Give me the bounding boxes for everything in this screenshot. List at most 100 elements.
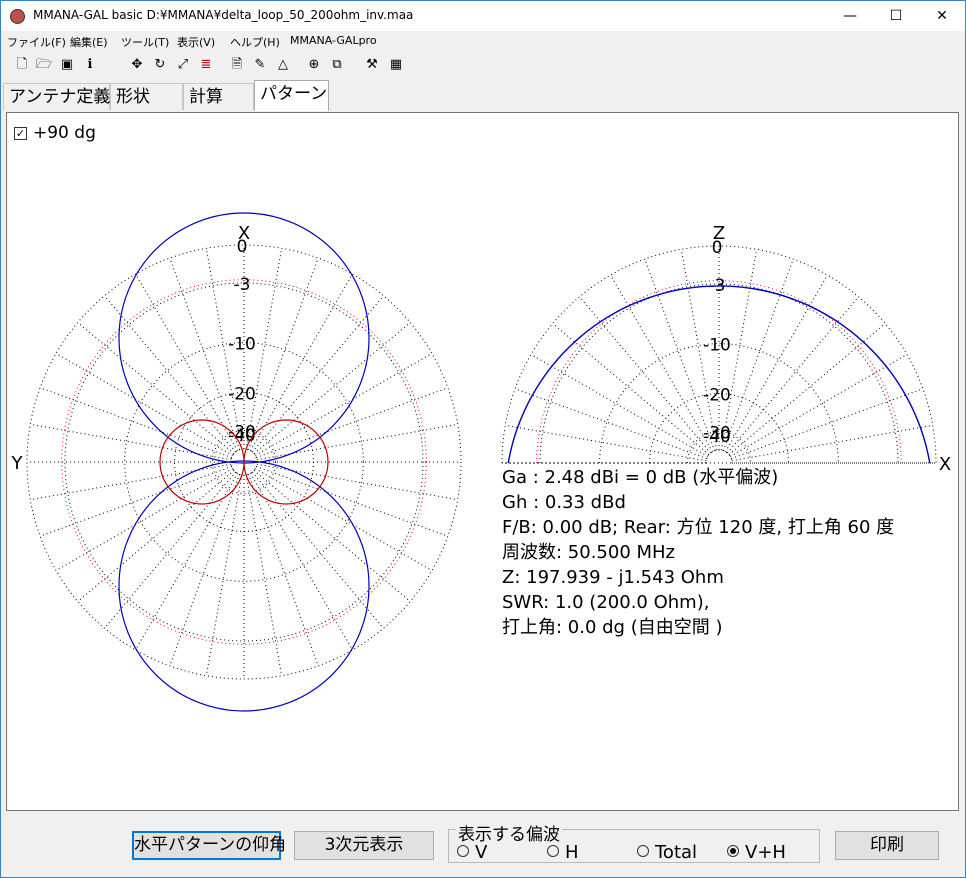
v-ring-label: -40 [703,427,731,447]
h-grid-spoke [30,423,232,461]
h-grid-spoke [77,469,235,602]
h-grid-spoke [205,474,243,676]
h-ring-label: -20 [228,385,256,405]
radio-h-indicator [547,845,559,857]
view-3d-button[interactable]: 3次元表示 [294,831,434,860]
h-grid-spoke [256,423,458,461]
menu-help[interactable]: ヘルプ(H) [230,34,280,50]
h-pattern-lobe-bottom [118,460,370,712]
rotate-icon[interactable]: ↻ [151,56,169,74]
info-swr: SWR: 1.0 (200.0 Ohm), [502,592,710,613]
v-ring-label: -20 [703,386,731,406]
h-grid-spoke [39,387,232,459]
radio-vh-indicator [727,845,739,857]
result-info: Ga : 2.48 dBi = 0 dB (水平偏波) Gh : 0.33 dB… [502,465,894,640]
h-grid-spoke [250,273,353,451]
title-bar: MMANA-GAL basic D:¥MMANA¥delta_loop_50_2… [1,1,965,31]
toolbar: 🗋 🗁 ▣ ℹ ✥ ↻ ⤢ ≣ 🗎 ✎ △ ⊕ ⧉ ⚒ ▦ [1,53,965,79]
radio-total-indicator [637,845,649,857]
v-grid-spoke [552,323,710,456]
window-title: MMANA-GAL basic D:¥MMANA¥delta_loop_50_2… [33,8,414,22]
open-folder-icon[interactable]: 🗁 [35,56,53,74]
split-icon[interactable]: ≣ [197,56,215,74]
radio-vh-label: V+H [745,842,786,863]
h-ring-label: -3 [234,275,251,295]
tab-calculation[interactable]: 計算 [183,83,254,110]
maximize-button[interactable]: ☐ [873,1,919,31]
resize-icon[interactable]: ⤢ [174,56,192,74]
v-grid-spoke [731,388,924,460]
v-grid-spoke [505,424,707,462]
v-grid-spoke [726,296,859,454]
v-grid-ring [705,449,733,464]
calculator-icon[interactable]: ▦ [387,56,405,74]
app-icon [10,9,25,24]
info-frequency: 周波数: 50.500 MHz [502,542,676,563]
menu-pro[interactable]: MMANA-GALpro [290,34,377,47]
vertical-pattern-plot: 0-3-10-20-30-40 [501,238,937,464]
save-icon[interactable]: ▣ [58,56,76,74]
h-grid-spoke [247,474,319,667]
tools-icon[interactable]: ⚒ [363,56,381,74]
info-gh: Gh : 0.33 dBd [502,492,626,513]
h-top-axis-label: X [238,223,250,244]
radio-v-label: V [475,842,488,863]
main-window: MMANA-GAL basic D:¥MMANA¥delta_loop_50_2… [0,0,966,878]
menu-file[interactable]: ファイル(F) [7,34,66,50]
copy-icon[interactable]: ⧉ [328,56,346,74]
v-grid-spoke [728,323,886,456]
menu-tools[interactable]: ツール(T) [121,34,169,50]
pattern-panel: ✓ +90 dg 0 -3 -10 -20 -30 -40 0 -3 -10 -20 -30 -40 … [6,112,959,811]
tab-antenna-definition[interactable]: アンテナ定義 [3,83,110,110]
tab-pattern[interactable]: パターン [254,80,329,111]
document-icon[interactable]: 🗎 [228,56,246,74]
info-icon[interactable]: ℹ [81,56,99,74]
menu-edit[interactable]: 編集(E) [70,34,108,50]
triangle-icon[interactable]: △ [274,56,292,74]
radio-v-indicator [457,845,469,857]
h-grid-spoke [55,353,233,456]
target-icon[interactable]: ⊕ [305,56,323,74]
h-grid-spoke [55,468,233,571]
h-grid-spoke [245,474,283,676]
h-left-axis-label: Y [11,453,24,474]
radio-vh[interactable]: V+H [727,842,786,863]
print-button[interactable]: 印刷 [835,831,939,860]
pen-icon[interactable]: ✎ [251,56,269,74]
radio-total[interactable]: Total [637,842,697,863]
h-grid-spoke [255,468,433,571]
h-grid-spoke [30,463,232,501]
h-grid-spoke [39,465,232,537]
h-grid-spoke [253,469,411,602]
h-grid-spoke [250,473,353,651]
menu-view[interactable]: 表示(V) [177,34,215,50]
minimize-button[interactable]: — [827,1,873,31]
tab-strip: アンテナ定義 形状 計算 パターン [1,80,965,111]
close-button[interactable]: ✕ [919,1,965,31]
v-top-axis-label: Z [713,223,725,244]
h-grid-spoke [135,473,238,651]
info-fb: F/B: 0.00 dB; Rear: 方位 120 度, 打上角 60 度 [502,517,895,538]
horizontal-pattern-plot: 0-3-10-20-30-40 [26,212,462,712]
h-ring-label: -10 [228,335,256,355]
v-grid-spoke [725,274,828,452]
h-grid-spoke [247,257,319,450]
v-grid-spoke [530,354,708,457]
info-impedance: Z: 197.939 - j1.543 Ohm [502,567,724,588]
tab-geometry[interactable]: 形状 [110,83,183,110]
h-grid-spoke [256,465,449,537]
v-grid-spoke [514,388,707,460]
menu-bar: ファイル(F) 編集(E) ツール(T) 表示(V) ヘルプ(H) MMANA-… [1,31,965,51]
h-grid-spoke [135,273,238,451]
v-grid-spoke [579,296,712,454]
h-grid-spoke [256,463,458,501]
new-file-icon[interactable]: 🗋 [13,56,31,74]
info-ga: Ga : 2.48 dBi = 0 dB (水平偏波) [502,467,779,488]
radio-h[interactable]: H [547,842,579,863]
h-ring-label: -40 [228,426,256,446]
horizontal-elevation-button[interactable]: 水平パターンの仰角 [132,831,286,860]
h-grid-spoke [255,353,433,456]
radio-total-label: Total [655,842,698,863]
move-icon[interactable]: ✥ [128,56,146,74]
radio-v[interactable]: V [457,842,487,863]
